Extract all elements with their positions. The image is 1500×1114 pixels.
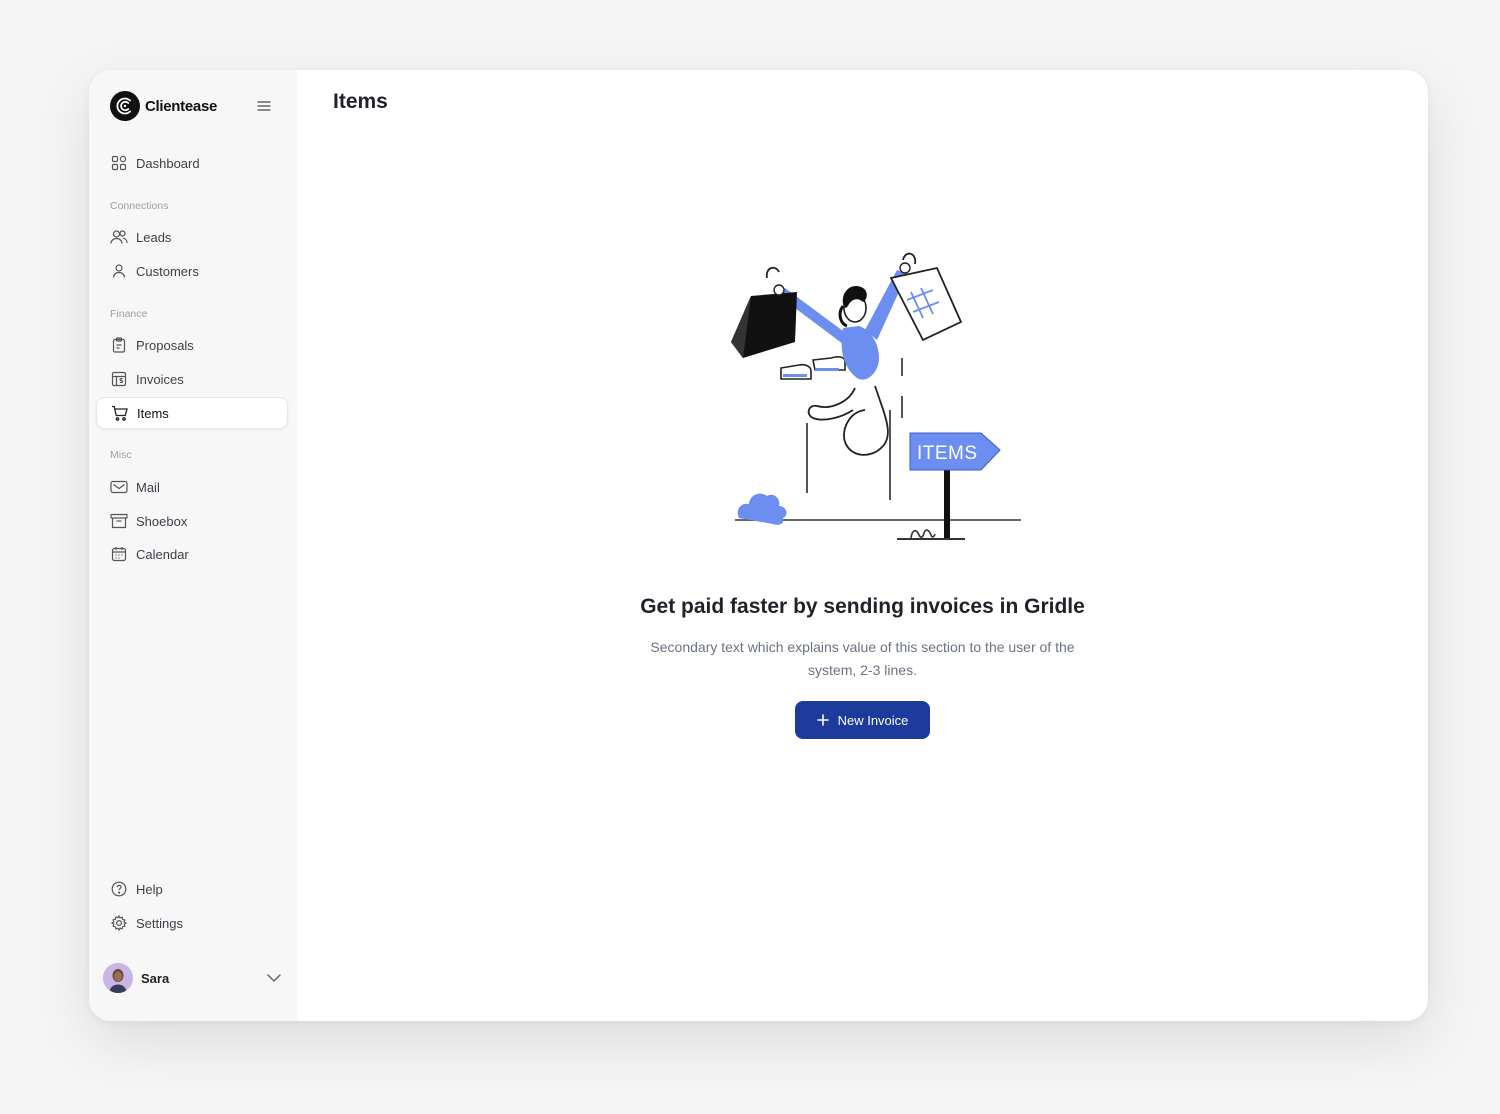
calendar-icon (110, 545, 128, 563)
shopping-woman-illustration: ITEMS (731, 252, 1021, 540)
sidebar-item-label: Customers (136, 263, 199, 279)
cart-icon (111, 404, 129, 422)
archive-icon (110, 512, 128, 530)
chevron-down-icon (267, 974, 281, 982)
sidebar-item-settings[interactable]: Settings (96, 907, 288, 939)
sidebar-item-customers[interactable]: Customers (96, 255, 288, 287)
user-menu[interactable]: Sara (103, 962, 283, 994)
sidebar-item-label: Mail (136, 479, 160, 495)
sidebar-item-label: Help (136, 881, 163, 897)
sidebar-item-label: Proposals (136, 337, 194, 353)
help-icon (110, 880, 128, 898)
sidebar-item-help[interactable]: Help (96, 873, 288, 905)
sidebar-item-proposals[interactable]: Proposals (96, 329, 288, 361)
user-icon (110, 262, 128, 280)
new-invoice-label: New Invoice (837, 712, 909, 728)
sidebar-item-label: Calendar (136, 546, 189, 562)
user-name: Sara (141, 970, 170, 986)
hamburger-icon (257, 101, 271, 111)
sidebar: Clientease Dashboard Connections Leads C… (89, 70, 297, 1021)
sidebar-item-calendar[interactable]: Calendar (96, 538, 288, 570)
invoice-icon (110, 370, 128, 388)
clipboard-icon (110, 336, 128, 354)
clientease-logo-icon (110, 91, 140, 121)
section-label-misc: Misc (110, 449, 132, 461)
avatar (103, 963, 133, 993)
sidebar-item-label: Invoices (136, 371, 184, 387)
sidebar-item-items[interactable]: Items (96, 397, 288, 429)
empty-state-text: Secondary text which explains value of t… (650, 639, 1075, 678)
sidebar-item-label: Items (137, 405, 169, 421)
sidebar-item-invoices[interactable]: Invoices (96, 363, 288, 395)
sign-text: ITEMS (917, 443, 978, 464)
section-label-connections: Connections (110, 200, 169, 212)
main-content: Items ITEMS Get paid faster by sending i… (297, 70, 1428, 1021)
sidebar-item-label: Dashboard (136, 155, 200, 171)
plus-icon (816, 714, 829, 726)
brand-name: Clientease (145, 97, 218, 115)
new-invoice-button[interactable]: New Invoice (795, 701, 930, 739)
empty-state-heading: Get paid faster by sending invoices in G… (640, 595, 1085, 618)
menu-toggle-button[interactable] (255, 97, 273, 115)
mail-icon (110, 478, 128, 496)
sidebar-item-mail[interactable]: Mail (96, 471, 288, 503)
section-label-finance: Finance (110, 308, 148, 320)
users-icon (110, 228, 128, 246)
sidebar-item-shoebox[interactable]: Shoebox (96, 505, 288, 537)
sidebar-item-dashboard[interactable]: Dashboard (96, 147, 288, 179)
grid-icon (110, 154, 128, 172)
sidebar-item-label: Settings (136, 915, 183, 931)
brand[interactable]: Clientease (110, 91, 217, 121)
app-window: Clientease Dashboard Connections Leads C… (89, 70, 1428, 1021)
sidebar-item-label: Leads (136, 229, 172, 245)
page-title: Items (333, 90, 388, 113)
gear-icon (110, 914, 128, 932)
sidebar-item-leads[interactable]: Leads (96, 221, 288, 253)
sidebar-item-label: Shoebox (136, 513, 188, 529)
